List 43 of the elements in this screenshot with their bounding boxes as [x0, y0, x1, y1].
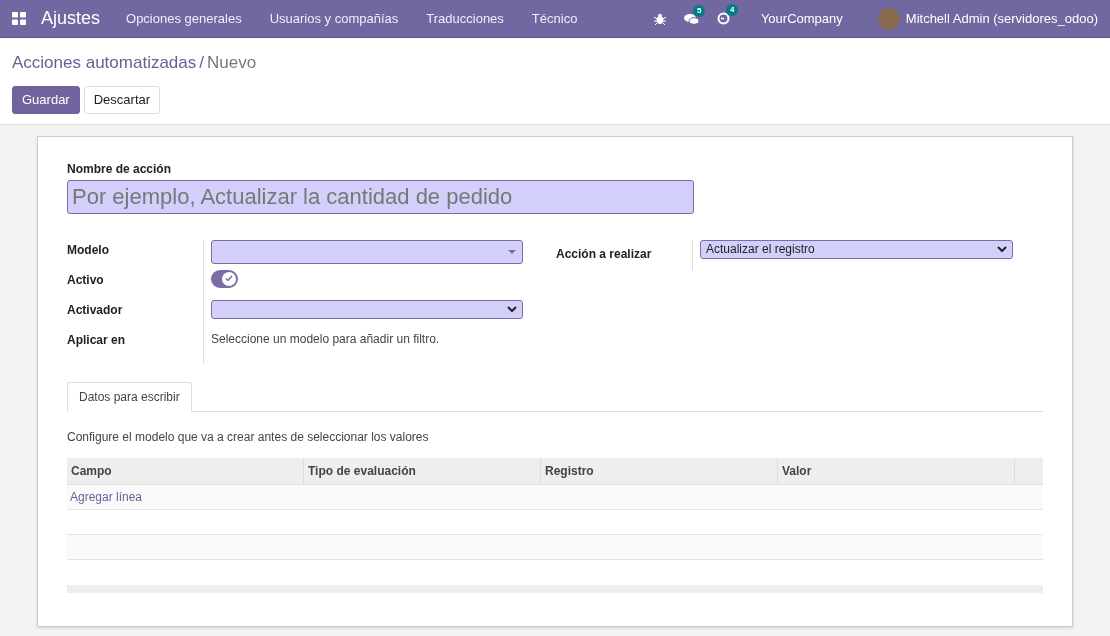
caret-icon [508, 249, 516, 254]
bug-icon[interactable] [653, 12, 666, 25]
chevron-down-icon [997, 245, 1007, 253]
check-icon [225, 275, 233, 282]
breadcrumb-link[interactable]: Acciones automatizadas [12, 50, 197, 76]
info-text: Configure el modelo que va a crear antes de seleccionar los valores [67, 428, 430, 446]
field-label: Acción a realizar [556, 246, 652, 261]
breadcrumb-current: Nuevo [207, 52, 257, 74]
model-select-field[interactable] [211, 239, 523, 264]
menu-item[interactable]: Traducciones [412, 8, 518, 29]
field-label: Aplicar en [67, 331, 126, 349]
user-name[interactable]: Mitchell Admin (servidores_odoo) [905, 8, 1098, 29]
chat-bubbles-icon[interactable] [683, 12, 699, 25]
field-label: Modelo [67, 241, 109, 259]
menu-item[interactable]: Usuarios y compañías [255, 8, 413, 29]
column-header[interactable]: Registro [541, 457, 778, 484]
apps-menu-icon[interactable] [12, 12, 26, 25]
breadcrumb-separator: / [199, 52, 204, 74]
select-value: Actualizar el registro [706, 241, 815, 258]
column-header[interactable]: Campo [67, 457, 304, 484]
field-label: Activador [67, 301, 123, 319]
save-button[interactable]: Guardar [12, 85, 80, 114]
menu-item[interactable]: Opciones generales [112, 8, 256, 29]
clock-icon[interactable] [716, 12, 730, 25]
count-badge: 5 [692, 4, 706, 17]
count-badge: 4 [725, 4, 739, 16]
discard-button[interactable]: Descartar [83, 85, 161, 114]
action-name-input[interactable]: Por ejemplo, Actualizar la cantidad de pedido [67, 179, 694, 214]
field-label: Nombre de acción [67, 160, 173, 178]
field-label: Activo [67, 271, 104, 289]
field-value: Seleccione un modelo para añadir un filtro. [211, 330, 440, 348]
avatar [877, 7, 900, 30]
column-header[interactable]: Tipo de evaluación [304, 457, 541, 484]
tab[interactable]: Datos para escribir [67, 381, 192, 412]
company-name[interactable]: YourCompany [760, 8, 843, 29]
add-line-link[interactable]: Agregar línea [70, 487, 143, 506]
chevron-down-icon [507, 305, 517, 313]
select-field[interactable] [211, 299, 523, 319]
select-field[interactable]: Actualizar el registro [700, 239, 1013, 259]
app-title[interactable]: Ajustes [41, 5, 101, 32]
menu-item[interactable]: Técnico [517, 8, 592, 29]
column-header[interactable]: Valor [778, 457, 1015, 484]
toggle-switch[interactable] [211, 269, 238, 288]
